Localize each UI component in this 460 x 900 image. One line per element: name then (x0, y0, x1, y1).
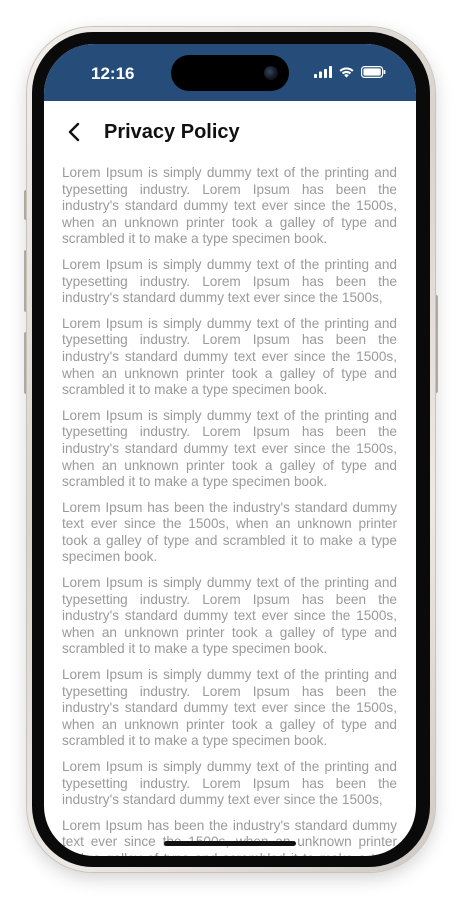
policy-paragraph: Lorem Ipsum is simply dummy text of the … (62, 575, 397, 657)
policy-paragraph: Lorem Ipsum is simply dummy text of the … (62, 667, 397, 749)
status-time: 12:16 (91, 64, 135, 83)
signal-icon (314, 66, 332, 78)
home-indicator[interactable] (164, 841, 296, 846)
policy-paragraph: Lorem Ipsum is simply dummy text of the … (62, 407, 397, 490)
page-title: Privacy Policy (104, 121, 240, 143)
policy-paragraph: Lorem Ipsum is simply dummy text of the … (62, 165, 397, 247)
battery-icon (361, 66, 386, 78)
dynamic-island (171, 55, 289, 91)
policy-paragraph: Lorem Ipsum is simply dummy text of the … (62, 256, 397, 306)
phone-screen: 12:16 Privacy Policy Lorem Ipsum is simp… (44, 44, 416, 856)
device-mockup: 12:16 Privacy Policy Lorem Ipsum is simp… (0, 0, 460, 900)
policy-paragraph: Lorem Ipsum has been the industry's stan… (62, 499, 397, 565)
policy-paragraph: Lorem Ipsum is simply dummy text of the … (62, 759, 397, 808)
policy-paragraph: Lorem Ipsum is simply dummy text of the … (62, 315, 397, 398)
front-camera-icon (264, 66, 278, 80)
wifi-icon (339, 67, 354, 78)
app-header: Privacy Policy (44, 101, 416, 163)
policy-content[interactable]: Lorem Ipsum is simply dummy text of the … (62, 165, 397, 856)
back-button[interactable] (64, 121, 86, 143)
chevron-left-icon (68, 122, 80, 142)
policy-paragraph: Lorem Ipsum has been the industry's stan… (62, 817, 397, 856)
status-icons (314, 65, 386, 79)
status-bar: 12:16 (44, 44, 416, 101)
